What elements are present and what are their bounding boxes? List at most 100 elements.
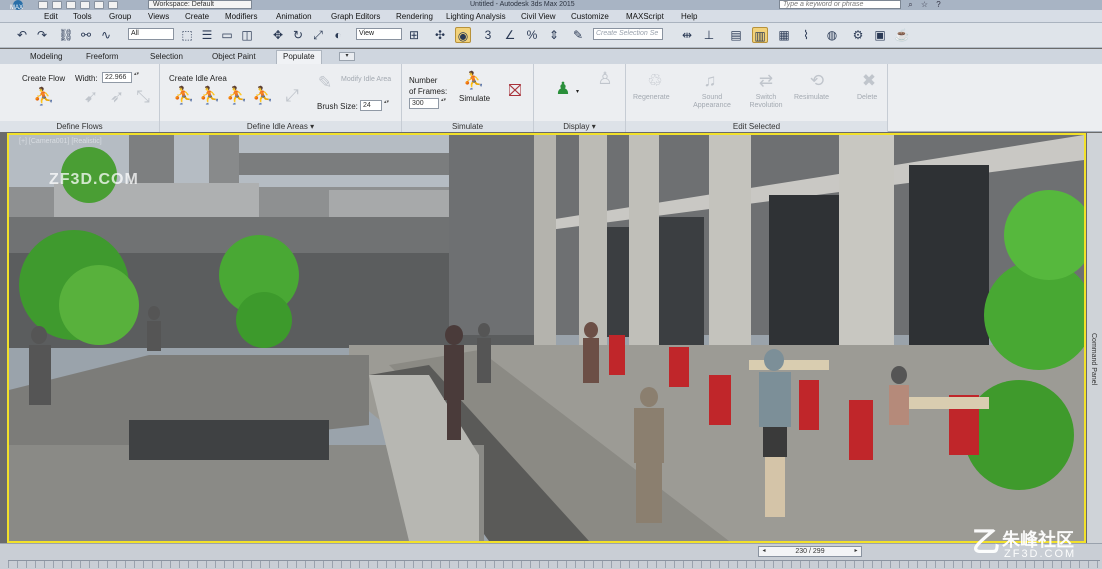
idle-area-paint-icon[interactable]: ⛹ bbox=[226, 85, 248, 107]
idle-area-rect-icon[interactable]: ⛹ bbox=[173, 85, 195, 107]
display-dropdown-arrow-icon[interactable]: ▾ bbox=[576, 88, 579, 95]
simulate-label[interactable]: Simulate bbox=[459, 94, 490, 103]
redo-arrow-icon[interactable]: ↷ bbox=[34, 27, 50, 43]
regenerate-icon[interactable]: ♲ bbox=[644, 70, 666, 92]
binoculars-icon[interactable]: ⌕ bbox=[906, 0, 915, 9]
select-scale-icon[interactable]: ⤢ bbox=[310, 27, 326, 43]
bind-space-warp-icon[interactable]: ∿ bbox=[98, 27, 114, 43]
menu-rendering[interactable]: Rendering bbox=[396, 11, 433, 22]
menu-maxscript[interactable]: MAXScript bbox=[626, 11, 664, 22]
menu-create[interactable]: Create bbox=[185, 11, 209, 22]
star-icon[interactable]: ☆ bbox=[920, 0, 929, 9]
idle-area-options-icon[interactable]: ⤢ bbox=[281, 85, 303, 107]
delete-icon[interactable]: ✖ bbox=[858, 70, 880, 92]
redo-icon[interactable] bbox=[94, 1, 104, 9]
add-flow-icon[interactable]: ➹ bbox=[80, 86, 102, 108]
menu-help[interactable]: Help bbox=[681, 11, 697, 22]
modify-idle-area-icon[interactable]: ✎ bbox=[314, 72, 336, 94]
menu-graph-editors[interactable]: Graph Editors bbox=[331, 11, 380, 22]
window-crossing-icon[interactable]: ◫ bbox=[239, 27, 255, 43]
undo-arrow-icon[interactable]: ↶ bbox=[14, 27, 30, 43]
perspective-viewport[interactable]: [+] [Camera001] [Realistic] ZF3D.COM bbox=[7, 133, 1086, 543]
material-editor-icon[interactable]: ◍ bbox=[824, 27, 840, 43]
pivot-center-icon[interactable]: ⊞ bbox=[406, 27, 422, 43]
search-input[interactable]: Type a keyword or phrase bbox=[779, 0, 901, 9]
select-link-icon[interactable]: ⛓ bbox=[58, 27, 74, 43]
spinner-snap-icon[interactable]: ⇕ bbox=[546, 27, 562, 43]
open-file-icon[interactable] bbox=[52, 1, 62, 9]
time-next-icon[interactable]: ▸ bbox=[852, 547, 860, 556]
tab-modeling[interactable]: Modeling bbox=[30, 51, 62, 63]
command-panel-collapsed[interactable]: Command Panel bbox=[1087, 133, 1102, 543]
viewport-label[interactable]: [+] [Camera001] [Realistic] bbox=[19, 138, 102, 145]
keyboard-shortcut-override-icon[interactable]: ◉ bbox=[455, 27, 471, 43]
toggle-ribbon-icon[interactable]: ▦ bbox=[776, 27, 792, 43]
project-folder-icon[interactable] bbox=[108, 1, 118, 9]
save-file-icon[interactable] bbox=[66, 1, 76, 9]
menu-modifiers[interactable]: Modifiers bbox=[225, 11, 257, 22]
tab-selection[interactable]: Selection bbox=[150, 51, 183, 63]
menu-edit[interactable]: Edit bbox=[44, 11, 58, 22]
snaps-toggle-icon[interactable]: 3 bbox=[480, 27, 496, 43]
render-production-icon[interactable]: ☕ bbox=[894, 27, 910, 43]
idle-area-spline-icon[interactable]: ⛹ bbox=[252, 85, 274, 107]
menu-civil-view[interactable]: Civil View bbox=[521, 11, 556, 22]
frames-spinner[interactable]: 300 bbox=[409, 98, 447, 109]
brush-size-spinner[interactable]: 24 bbox=[360, 100, 390, 111]
display-title-text: Display bbox=[563, 122, 590, 131]
render-setup-icon[interactable]: ⚙ bbox=[850, 27, 866, 43]
tab-freeform[interactable]: Freeform bbox=[86, 51, 118, 63]
menu-animation[interactable]: Animation bbox=[276, 11, 312, 22]
tab-populate[interactable]: Populate bbox=[276, 50, 322, 64]
idle-area-circle-icon[interactable]: ⛹ bbox=[199, 85, 221, 107]
select-object-icon[interactable]: ⬚ bbox=[179, 27, 195, 43]
align-icon[interactable]: ⊥ bbox=[701, 27, 717, 43]
sound-appearance-icon[interactable]: ♫ bbox=[699, 70, 721, 92]
display-toggle-icon[interactable]: ♙ bbox=[594, 68, 616, 90]
selection-filter-dropdown[interactable]: All bbox=[128, 28, 174, 40]
rendered-frame-window-icon[interactable]: ▣ bbox=[872, 27, 888, 43]
switch-revolution-icon[interactable]: ⇄ bbox=[755, 70, 777, 92]
simulate-icon[interactable]: ⛹ bbox=[463, 70, 485, 92]
percent-snap-icon[interactable]: % bbox=[524, 27, 540, 43]
define-idle-areas-title[interactable]: Define Idle Areas ▾ bbox=[160, 121, 401, 132]
width-spinner[interactable]: 22.966 bbox=[102, 72, 140, 83]
delete-simulation-icon[interactable]: ⛝ bbox=[504, 80, 526, 102]
curve-editor-icon[interactable]: ⌇ bbox=[798, 27, 814, 43]
toggle-layer-explorer-icon[interactable]: ▥ bbox=[752, 27, 768, 43]
tab-object-paint[interactable]: Object Paint bbox=[212, 51, 256, 63]
select-move-icon[interactable]: ✥ bbox=[270, 27, 286, 43]
display-title[interactable]: Display ▾ bbox=[534, 121, 625, 132]
display-people-icon[interactable]: ♟ bbox=[552, 78, 574, 100]
place-icon[interactable]: ◐ bbox=[330, 27, 346, 43]
help-icon[interactable]: ? bbox=[934, 0, 943, 9]
angle-snap-icon[interactable]: ∠ bbox=[502, 27, 518, 43]
menu-customize[interactable]: Customize bbox=[571, 11, 609, 22]
timeline-track[interactable] bbox=[8, 560, 1100, 568]
workspace-dropdown[interactable]: Workspace: Default bbox=[148, 0, 252, 9]
edit-named-selection-icon[interactable]: ✎ bbox=[570, 27, 586, 43]
add-ramp-icon[interactable]: ➶ bbox=[106, 86, 128, 108]
select-rotate-icon[interactable]: ↻ bbox=[290, 27, 306, 43]
new-file-icon[interactable] bbox=[38, 1, 48, 9]
reference-coord-dropdown[interactable]: View bbox=[356, 28, 402, 40]
named-selection-input[interactable]: Create Selection Se bbox=[593, 28, 663, 40]
toggle-scene-explorer-icon[interactable]: ▤ bbox=[728, 27, 744, 43]
flow-options-icon[interactable]: ⤡ bbox=[132, 86, 154, 108]
menu-tools[interactable]: Tools bbox=[73, 11, 92, 22]
rectangular-selection-icon[interactable]: ▭ bbox=[219, 27, 235, 43]
select-by-name-icon[interactable]: ☰ bbox=[199, 27, 215, 43]
time-prev-icon[interactable]: ◂ bbox=[760, 547, 768, 556]
time-slider[interactable]: ◂ 230 / 299 ▸ bbox=[758, 546, 862, 557]
unlink-icon[interactable]: ⚯ bbox=[78, 27, 94, 43]
resimulate-icon[interactable]: ⟲ bbox=[806, 70, 828, 92]
menu-lighting-analysis[interactable]: Lighting Analysis bbox=[446, 11, 506, 22]
menu-views[interactable]: Views bbox=[148, 11, 169, 22]
menu-group[interactable]: Group bbox=[109, 11, 131, 22]
create-flow-icon[interactable]: ⛹ bbox=[33, 86, 55, 108]
manipulate-icon[interactable]: ✣ bbox=[432, 27, 448, 43]
ribbon-options-icon[interactable]: ▾ bbox=[339, 52, 355, 61]
3ds-max-logo-icon[interactable]: MAX bbox=[8, 0, 30, 10]
undo-icon[interactable] bbox=[80, 1, 90, 9]
mirror-icon[interactable]: ⇹ bbox=[679, 27, 695, 43]
